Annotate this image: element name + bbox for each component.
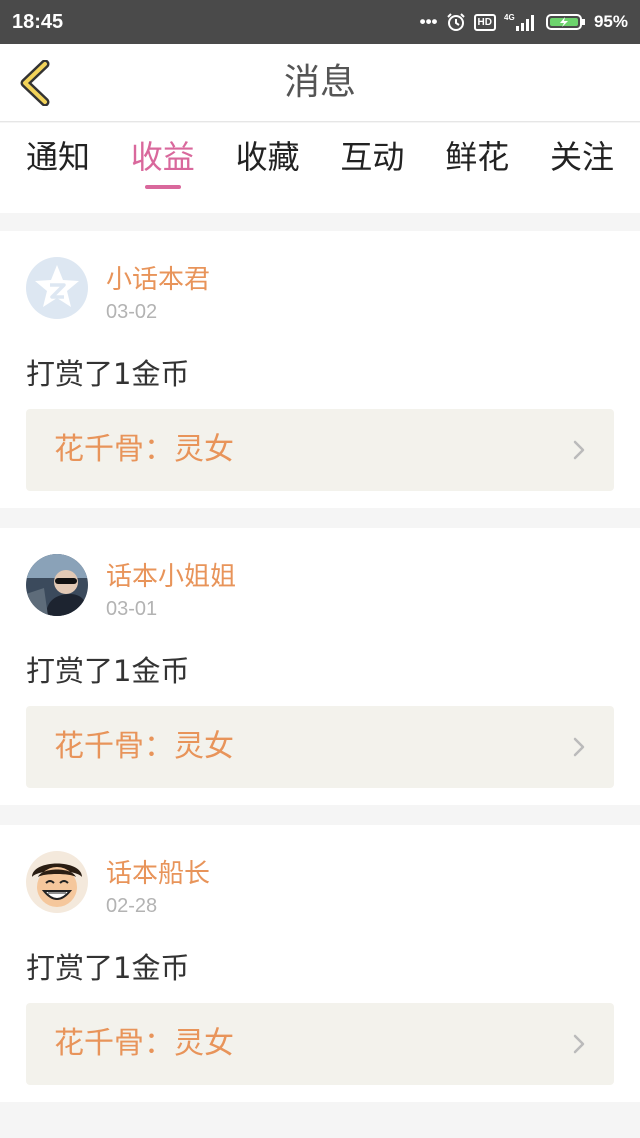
avatar[interactable] [26, 257, 88, 319]
message-text: 打赏了1金币 [26, 654, 190, 688]
list-item: 小话本君 03-02 打赏了1金币 花千骨：灵女 [0, 231, 640, 508]
message-date: 03-01 [106, 598, 158, 620]
work-title: 花千骨：灵女 [54, 432, 234, 467]
avatar[interactable] [26, 851, 88, 913]
tab-bar: 通知 收益 收藏 互动 鲜花 关注 [0, 123, 640, 213]
signal-icon: 4G [504, 12, 538, 32]
message-list: 小话本君 03-02 打赏了1金币 花千骨：灵女 话本小姐姐 03-01 打赏了… [0, 231, 640, 1122]
tab-following[interactable]: 关注 [550, 123, 614, 213]
message-text: 打赏了1金币 [26, 357, 190, 391]
work-link[interactable]: 花千骨：灵女 [26, 706, 614, 788]
user-name[interactable]: 话本小姐姐 [106, 556, 236, 593]
hd-icon: HD [473, 13, 496, 31]
status-icons: ••• HD 4G 95% [420, 12, 628, 32]
alarm-icon [446, 12, 466, 32]
message-text: 打赏了1金币 [26, 951, 190, 985]
status-bar: 18:45 ••• HD 4G 95% [0, 0, 640, 44]
chevron-right-icon [573, 1034, 585, 1054]
photo-avatar-icon [26, 554, 88, 616]
message-date: 03-02 [106, 301, 158, 323]
tab-interactions[interactable]: 互动 [340, 123, 404, 213]
page-title: 消息 [283, 62, 356, 103]
user-name[interactable]: 小话本君 [106, 259, 210, 296]
avatar[interactable] [26, 554, 88, 616]
chevron-right-icon [573, 440, 585, 460]
tab-favorites[interactable]: 收藏 [236, 123, 300, 213]
user-name[interactable]: 话本船长 [106, 853, 210, 890]
notification-dots-icon: ••• [419, 12, 438, 31]
status-time: 18:45 [12, 10, 64, 33]
work-link[interactable]: 花千骨：灵女 [26, 1003, 614, 1085]
list-item: 话本小姐姐 03-01 打赏了1金币 花千骨：灵女 [0, 528, 640, 805]
cartoon-avatar-icon [26, 851, 88, 913]
chevron-right-icon [573, 737, 585, 757]
tab-flowers[interactable]: 鲜花 [445, 123, 509, 213]
work-title: 花千骨：灵女 [54, 1026, 234, 1061]
battery-icon [545, 12, 586, 32]
network-label: 4G [504, 13, 515, 22]
list-item: 话本船长 02-28 打赏了1金币 花千骨：灵女 [0, 825, 640, 1102]
title-bar: 消息 [0, 44, 640, 122]
battery-percent: 95% [593, 12, 628, 31]
message-date: 02-28 [106, 895, 158, 917]
qzone-avatar-icon [26, 257, 88, 319]
tab-earnings[interactable]: 收益 [131, 123, 195, 213]
tab-notifications[interactable]: 通知 [26, 123, 90, 213]
work-title: 花千骨：灵女 [54, 729, 234, 764]
work-link[interactable]: 花千骨：灵女 [26, 409, 614, 491]
